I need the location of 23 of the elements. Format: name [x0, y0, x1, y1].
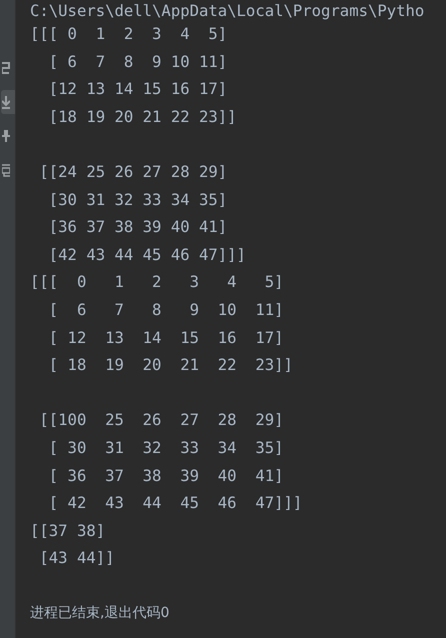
output-line: [ 30 31 32 33 34 35]: [48, 438, 284, 459]
download-icon: [2, 95, 10, 109]
output-line: [42 43 44 45 46 47]]]: [48, 244, 246, 266]
output-line: [[24 25 26 27 28 29]: [38, 162, 228, 183]
output-line: [12 13 14 15 16 17]: [48, 79, 228, 100]
command-path: C:\Users\dell\AppData\Local\Programs\Pytho: [30, 1, 424, 21]
output-line: [18 19 20 21 22 23]]: [48, 106, 237, 128]
scroll-end-button[interactable]: [1, 90, 15, 114]
output-line: [ 42 43 44 45 46 47]]]: [48, 493, 302, 514]
pin-icon: [2, 129, 10, 143]
output-line: [[[ 0 1 2 3 4 5]: [30, 24, 228, 45]
exit-message: 进程已结束,退出代码0: [30, 604, 170, 624]
output-line: [ 6 7 8 9 10 11]: [48, 52, 228, 73]
output-line: [[37 38]: [30, 520, 106, 542]
output-line: [[[ 0 1 2 3 4 5]: [30, 272, 284, 294]
output-line: [30 31 32 33 34 35]: [48, 190, 228, 211]
output-line: [43 44]]: [38, 548, 114, 570]
output-line: [ 12 13 14 15 16 17]: [48, 328, 284, 349]
output-line: [[100 25 26 27 28 29]: [38, 410, 284, 432]
output-line: [ 6 7 8 9 10 11]: [48, 300, 284, 321]
output-line: [36 37 38 39 40 41]: [48, 217, 228, 238]
output-line: [ 18 19 20 21 22 23]]: [48, 355, 293, 376]
output-line: [ 36 37 38 39 40 41]: [48, 466, 284, 486]
